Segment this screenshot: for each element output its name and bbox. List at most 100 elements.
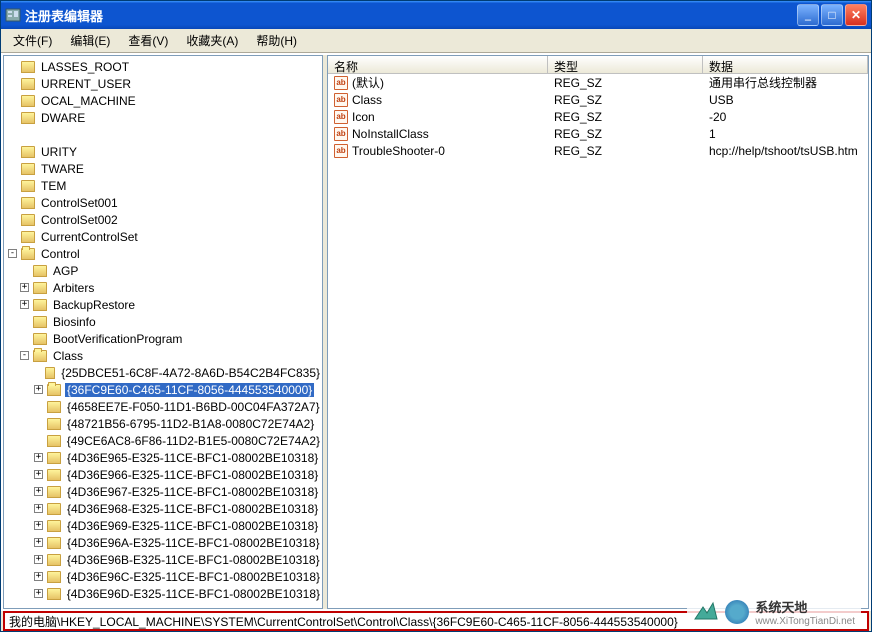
tree-label[interactable]: Class (51, 349, 85, 363)
value-row[interactable]: abTroubleShooter-0REG_SZhcp://help/tshoo… (328, 142, 868, 159)
menu-favorites[interactable]: 收藏夹(A) (178, 29, 246, 52)
maximize-button[interactable]: □ (821, 4, 843, 26)
tree-label[interactable]: {4D36E969-E325-11CE-BFC1-08002BE10318} (65, 519, 320, 533)
tree-label[interactable]: {4D36E96B-E325-11CE-BFC1-08002BE10318} (65, 553, 322, 567)
expand-icon[interactable]: + (34, 487, 43, 496)
tree-label[interactable]: Control (39, 247, 82, 261)
tree-label[interactable]: {4D36E96D-E325-11CE-BFC1-08002BE10318} (65, 587, 322, 601)
tree-node[interactable]: {25DBCE51-6C8F-4A72-8A6D-B54C2B4FC835} (4, 364, 322, 381)
tree-label[interactable]: AGP (51, 264, 80, 278)
watermark-icon (693, 599, 719, 625)
tree-node[interactable]: {48721B56-6795-11D2-B1A8-0080C72E74A2} (4, 415, 322, 432)
tree-label[interactable]: Biosinfo (51, 315, 98, 329)
tree-node[interactable]: Biosinfo (4, 313, 322, 330)
minimize-button[interactable]: _ (797, 4, 819, 26)
value-row[interactable]: abClassREG_SZUSB (328, 91, 868, 108)
folder-icon (21, 248, 35, 260)
expand-icon[interactable]: + (34, 453, 43, 462)
tree-node[interactable]: {4658EE7E-F050-11D1-B6BD-00C04FA372A7} (4, 398, 322, 415)
tree-node[interactable]: + {4D36E968-E325-11CE-BFC1-08002BE10318} (4, 500, 322, 517)
tree-label[interactable]: {4D36E967-E325-11CE-BFC1-08002BE10318} (65, 485, 320, 499)
tree-node[interactable]: AGP (4, 262, 322, 279)
tree-node[interactable]: + {4D36E969-E325-11CE-BFC1-08002BE10318} (4, 517, 322, 534)
tree-label[interactable]: ControlSet001 (39, 196, 120, 210)
tree-node[interactable]: LASSES_ROOT (4, 58, 322, 75)
tree-label[interactable]: {4D36E965-E325-11CE-BFC1-08002BE10318} (65, 451, 320, 465)
tree-node[interactable]: + {4D36E967-E325-11CE-BFC1-08002BE10318} (4, 483, 322, 500)
tree-node[interactable] (4, 126, 322, 143)
tree-node[interactable]: - Control (4, 245, 322, 262)
tree-node[interactable]: + {4D36E96D-E325-11CE-BFC1-08002BE10318} (4, 585, 322, 602)
col-type[interactable]: 类型 (548, 56, 703, 73)
tree-node[interactable]: TWARE (4, 160, 322, 177)
expand-icon[interactable]: + (34, 385, 43, 394)
tree-label[interactable]: URRENT_USER (39, 77, 133, 91)
tree-label[interactable]: {49CE6AC8-6F86-11D2-B1E5-0080C72E74A2} (65, 434, 322, 448)
expand-icon[interactable]: + (34, 470, 43, 479)
tree-label[interactable]: LASSES_ROOT (39, 60, 131, 74)
tree-node[interactable]: TEM (4, 177, 322, 194)
col-name[interactable]: 名称 (328, 56, 548, 73)
tree-node[interactable]: + {4D36E96A-E325-11CE-BFC1-08002BE10318} (4, 534, 322, 551)
tree-label[interactable]: {36FC9E60-C465-11CF-8056-444553540000} (65, 383, 314, 397)
close-button[interactable]: ✕ (845, 4, 867, 26)
tree-label[interactable]: Arbiters (51, 281, 96, 295)
tree-label[interactable]: {4D36E96A-E325-11CE-BFC1-08002BE10318} (65, 536, 322, 550)
tree-node[interactable]: + {4D36E965-E325-11CE-BFC1-08002BE10318} (4, 449, 322, 466)
tree-node[interactable]: CurrentControlSet (4, 228, 322, 245)
menu-view[interactable]: 查看(V) (120, 29, 176, 52)
tree-label[interactable]: {4658EE7E-F050-11D1-B6BD-00C04FA372A7} (65, 400, 322, 414)
expand-icon[interactable]: + (20, 283, 29, 292)
tree-node[interactable]: ControlSet002 (4, 211, 322, 228)
expand-icon[interactable]: + (20, 300, 29, 309)
tree-label[interactable]: DWARE (39, 111, 87, 125)
collapse-icon[interactable]: - (8, 249, 17, 258)
expand-icon[interactable]: + (34, 538, 43, 547)
menu-file[interactable]: 文件(F) (5, 29, 60, 52)
tree-node[interactable]: + {4D36E966-E325-11CE-BFC1-08002BE10318} (4, 466, 322, 483)
folder-icon (47, 486, 61, 498)
tree-node[interactable]: + {4D36E96C-E325-11CE-BFC1-08002BE10318} (4, 568, 322, 585)
expand-icon[interactable]: + (34, 521, 43, 530)
menu-help[interactable]: 帮助(H) (248, 29, 305, 52)
tree-label[interactable]: ControlSet002 (39, 213, 120, 227)
tree-node[interactable]: DWARE (4, 109, 322, 126)
expand-icon[interactable]: + (34, 555, 43, 564)
tree-node[interactable]: + BackupRestore (4, 296, 322, 313)
tree-label[interactable]: OCAL_MACHINE (39, 94, 138, 108)
tree-node[interactable]: URITY (4, 143, 322, 160)
tree-label[interactable]: TEM (39, 179, 68, 193)
values-pane[interactable]: 名称 类型 数据 ab(默认)REG_SZ通用串行总线控制器abClassREG… (327, 55, 869, 609)
tree-node[interactable]: + {36FC9E60-C465-11CF-8056-444553540000} (4, 381, 322, 398)
collapse-icon[interactable]: - (20, 351, 29, 360)
tree-node[interactable]: URRENT_USER (4, 75, 322, 92)
expand-icon[interactable]: + (34, 589, 43, 598)
value-row[interactable]: ab(默认)REG_SZ通用串行总线控制器 (328, 74, 868, 91)
tree-node[interactable]: + {4D36E96B-E325-11CE-BFC1-08002BE10318} (4, 551, 322, 568)
tree-node[interactable]: {49CE6AC8-6F86-11D2-B1E5-0080C72E74A2} (4, 432, 322, 449)
tree-pane[interactable]: LASSES_ROOT URRENT_USER OCAL_MACHINE DWARE U… (3, 55, 323, 609)
value-type: REG_SZ (548, 93, 703, 107)
tree-node[interactable]: - Class (4, 347, 322, 364)
tree-node[interactable]: OCAL_MACHINE (4, 92, 322, 109)
tree-label[interactable]: {4D36E966-E325-11CE-BFC1-08002BE10318} (65, 468, 320, 482)
expand-icon[interactable]: + (34, 504, 43, 513)
value-row[interactable]: abIconREG_SZ-20 (328, 108, 868, 125)
tree-label[interactable]: URITY (39, 145, 79, 159)
tree-node[interactable]: ControlSet001 (4, 194, 322, 211)
tree-label[interactable]: {4D36E968-E325-11CE-BFC1-08002BE10318} (65, 502, 320, 516)
tree-label[interactable]: {25DBCE51-6C8F-4A72-8A6D-B54C2B4FC835} (59, 366, 322, 380)
tree-label[interactable]: BackupRestore (51, 298, 137, 312)
value-row[interactable]: abNoInstallClassREG_SZ1 (328, 125, 868, 142)
menu-edit[interactable]: 编辑(E) (62, 29, 118, 52)
tree-label[interactable]: TWARE (39, 162, 86, 176)
expand-icon[interactable]: + (34, 572, 43, 581)
titlebar[interactable]: 注册表编辑器 _ □ ✕ (1, 1, 871, 29)
tree-label[interactable]: {48721B56-6795-11D2-B1A8-0080C72E74A2} (65, 417, 316, 431)
tree-label[interactable]: CurrentControlSet (39, 230, 140, 244)
tree-node[interactable]: + Arbiters (4, 279, 322, 296)
tree-node[interactable]: BootVerificationProgram (4, 330, 322, 347)
col-data[interactable]: 数据 (703, 56, 868, 73)
tree-label[interactable]: {4D36E96C-E325-11CE-BFC1-08002BE10318} (65, 570, 322, 584)
tree-label[interactable]: BootVerificationProgram (51, 332, 184, 346)
